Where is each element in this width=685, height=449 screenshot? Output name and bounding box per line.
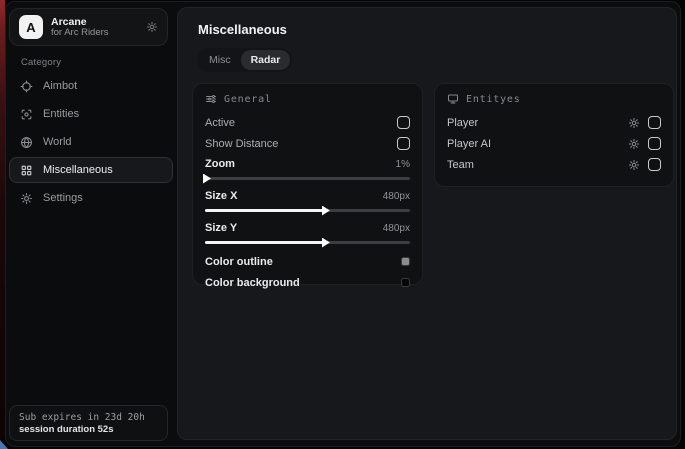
app-title: Arcane [51, 16, 109, 28]
main-panel: Miscellaneous Misc Radar General Active [177, 7, 677, 440]
setting-label: Show Distance [205, 138, 278, 150]
subscription-card: Sub expires in 23d 20h session duration … [9, 405, 168, 441]
color-outline-swatch[interactable] [401, 257, 410, 266]
page-title: Miscellaneous [198, 22, 287, 37]
entities-card: Entityes Player Player AI [434, 83, 674, 187]
monitor-icon [447, 93, 459, 105]
sidebar-item-label: Settings [43, 192, 83, 204]
tab-misc[interactable]: Misc [199, 50, 241, 70]
sidebar-item-label: Aimbot [43, 80, 77, 92]
globe-icon [20, 136, 33, 149]
entities-card-header: Entityes [447, 93, 661, 105]
setting-label: Active [205, 117, 235, 129]
entity-label: Player [447, 117, 478, 129]
size-y-slider[interactable] [205, 241, 410, 244]
setting-row-size-x: Size X 480px [205, 187, 410, 212]
sidebar-item-aimbot[interactable]: Aimbot [9, 73, 173, 99]
slider-fill [205, 241, 324, 244]
sidebar-item-label: World [43, 136, 72, 148]
category-label: Category [21, 57, 61, 68]
slider-thumb[interactable] [322, 206, 330, 216]
zoom-slider[interactable] [205, 177, 410, 180]
entity-row-player-ai: Player AI [447, 133, 661, 154]
app-header-card: A Arcane for Arc Riders [9, 8, 168, 46]
app-names: Arcane for Arc Riders [51, 16, 109, 39]
sub-expires-text: Sub expires in 23d 20h [19, 412, 158, 423]
zoom-value: 1% [396, 159, 410, 170]
sidebar-item-label: Miscellaneous [43, 164, 113, 176]
size-x-value: 480px [383, 191, 410, 202]
sidebar-nav: Aimbot Entities World [9, 73, 173, 213]
setting-row-color-background: Color background [205, 272, 410, 293]
entity-label: Team [447, 159, 474, 171]
gear-icon[interactable] [628, 117, 640, 129]
sidebar-item-settings[interactable]: Settings [9, 185, 173, 211]
scan-icon [20, 108, 33, 121]
show-distance-checkbox[interactable] [397, 137, 410, 150]
app-subtitle: for Arc Riders [51, 28, 109, 39]
entity-row-team: Team [447, 154, 661, 175]
setting-label: Size X [205, 190, 237, 202]
slider-fill [205, 209, 324, 212]
general-card: General Active Show Distance Zoom 1% [192, 83, 423, 285]
tab-bar: Misc Radar [197, 48, 292, 72]
sliders-icon [205, 93, 217, 105]
slider-thumb[interactable] [203, 174, 211, 184]
tab-radar[interactable]: Radar [241, 50, 291, 70]
active-checkbox[interactable] [397, 116, 410, 129]
grid-icon [20, 164, 33, 177]
entity-label: Player AI [447, 138, 491, 150]
gear-icon[interactable] [628, 159, 640, 171]
session-duration-text: session duration 52s [19, 424, 158, 435]
setting-label: Color background [205, 277, 300, 289]
size-x-slider[interactable] [205, 209, 410, 212]
slider-thumb[interactable] [322, 238, 330, 248]
setting-row-show-distance: Show Distance [205, 133, 410, 154]
sidebar-item-world[interactable]: World [9, 129, 173, 155]
gear-icon [20, 192, 33, 205]
app-logo: A [19, 15, 43, 39]
setting-label: Color outline [205, 256, 273, 268]
setting-row-zoom: Zoom 1% [205, 155, 410, 180]
entity-row-player: Player [447, 112, 661, 133]
gear-icon[interactable] [628, 138, 640, 150]
gear-icon[interactable] [146, 21, 158, 33]
team-checkbox[interactable] [648, 158, 661, 171]
general-card-title: General [224, 94, 272, 105]
app-window: A Arcane for Arc Riders Category [5, 1, 681, 447]
crosshair-icon [20, 80, 33, 93]
setting-row-color-outline: Color outline [205, 251, 410, 272]
general-card-header: General [205, 93, 410, 105]
size-y-value: 480px [383, 223, 410, 234]
setting-row-size-y: Size Y 480px [205, 219, 410, 244]
entities-card-title: Entityes [466, 94, 521, 105]
sidebar: A Arcane for Arc Riders Category [6, 2, 176, 446]
setting-row-active: Active [205, 112, 410, 133]
player-ai-checkbox[interactable] [648, 137, 661, 150]
sidebar-item-entities[interactable]: Entities [9, 101, 173, 127]
color-background-swatch[interactable] [401, 278, 410, 287]
sidebar-item-label: Entities [43, 108, 79, 120]
setting-label: Size Y [205, 222, 237, 234]
sidebar-item-miscellaneous[interactable]: Miscellaneous [9, 157, 173, 183]
player-checkbox[interactable] [648, 116, 661, 129]
setting-label: Zoom [205, 158, 235, 170]
